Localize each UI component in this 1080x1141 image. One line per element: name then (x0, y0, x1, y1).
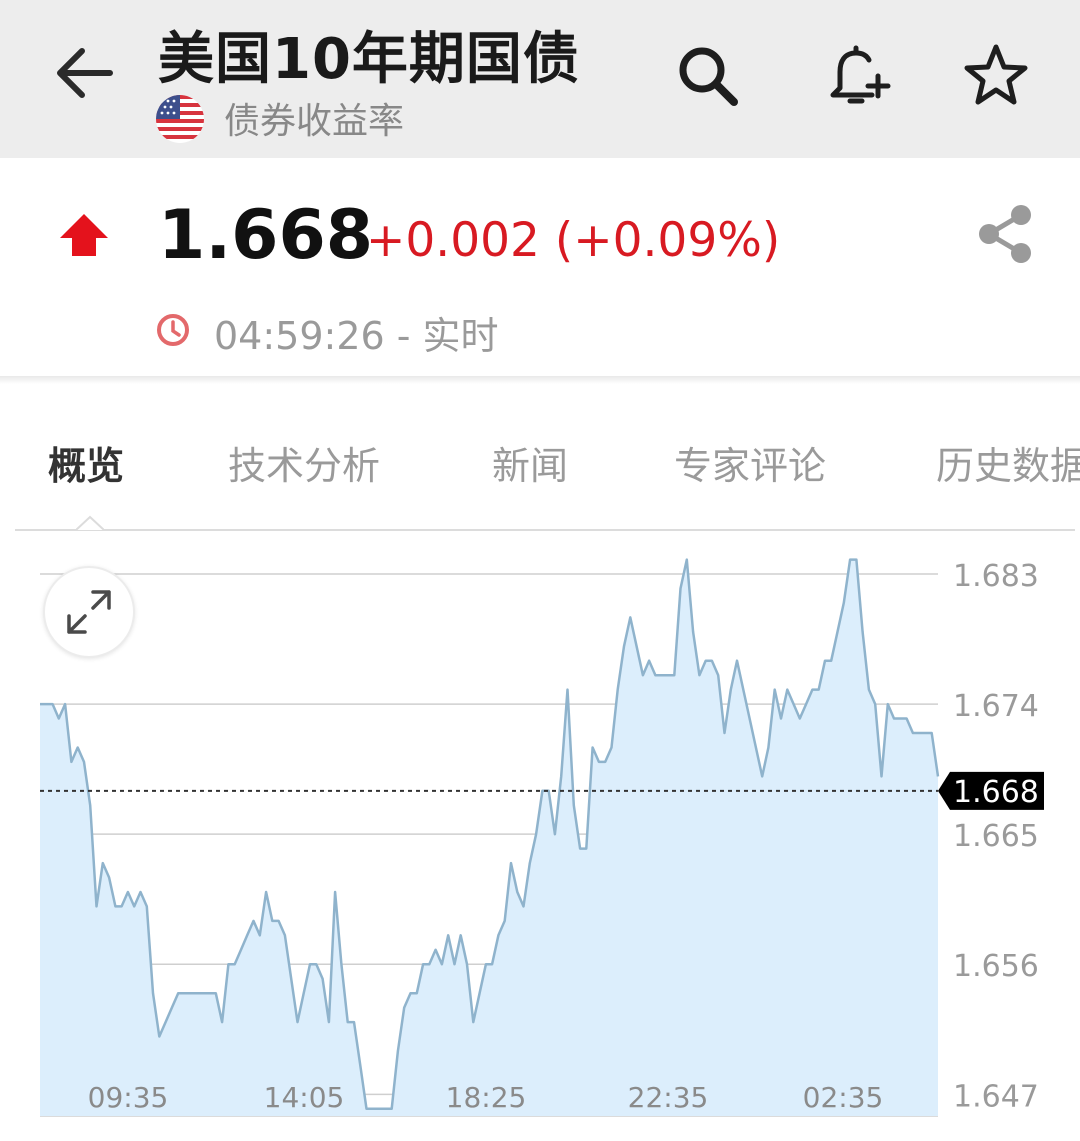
tab-news[interactable]: 新闻 (492, 435, 568, 490)
clock-icon (157, 314, 189, 346)
star-icon[interactable] (961, 40, 1031, 110)
expand-chart-button[interactable] (43, 566, 135, 658)
area-fill (40, 559, 938, 1116)
expand-icon (67, 590, 111, 634)
page-title: 美国10年期国债 (158, 27, 580, 92)
x-tick-label: 09:35 (88, 1081, 169, 1114)
active-tab-pointer (76, 515, 104, 531)
search-icon[interactable] (672, 40, 742, 110)
divider (0, 376, 1080, 384)
price-chart[interactable]: 1.683 1.674 1.665 1.656 1.647 1.668 09:35 14:05… (0, 535, 1080, 1141)
add-alert-bell-icon[interactable] (822, 40, 892, 110)
quote-timestamp: 04:59:26 - 实时 (214, 314, 499, 358)
tab-bar: 概览 技术分析 新闻 专家评论 历史数据 (0, 425, 1080, 495)
current-price-label: 1.668 (953, 775, 1039, 810)
y-tick-label: 1.656 (953, 949, 1039, 984)
price-change: +0.002 (+0.09%) (366, 213, 781, 268)
tab-overview[interactable]: 概览 (48, 435, 124, 490)
y-tick-label: 1.674 (953, 689, 1039, 724)
x-tick-label: 14:05 (264, 1081, 345, 1114)
x-tick-label: 18:25 (446, 1081, 527, 1114)
y-tick-label: 1.665 (953, 819, 1039, 854)
y-tick-label: 1.647 (953, 1079, 1039, 1114)
app-header: 美国10年期国债 债券收益率 (0, 0, 1080, 158)
back-arrow-icon[interactable] (52, 40, 118, 106)
share-icon[interactable] (975, 203, 1035, 265)
us-flag-icon (156, 95, 204, 143)
up-arrow-icon (60, 214, 108, 256)
last-price: 1.668 (158, 196, 374, 275)
tab-historical[interactable]: 历史数据 (936, 435, 1080, 490)
tab-underline (15, 529, 1075, 531)
y-tick-label: 1.683 (953, 559, 1039, 594)
tab-analysis[interactable]: 专家评论 (674, 435, 826, 490)
x-tick-label: 22:35 (628, 1081, 709, 1114)
x-tick-label: 02:35 (803, 1081, 884, 1114)
instrument-type: 债券收益率 (224, 101, 405, 142)
tab-technical[interactable]: 技术分析 (228, 435, 380, 490)
